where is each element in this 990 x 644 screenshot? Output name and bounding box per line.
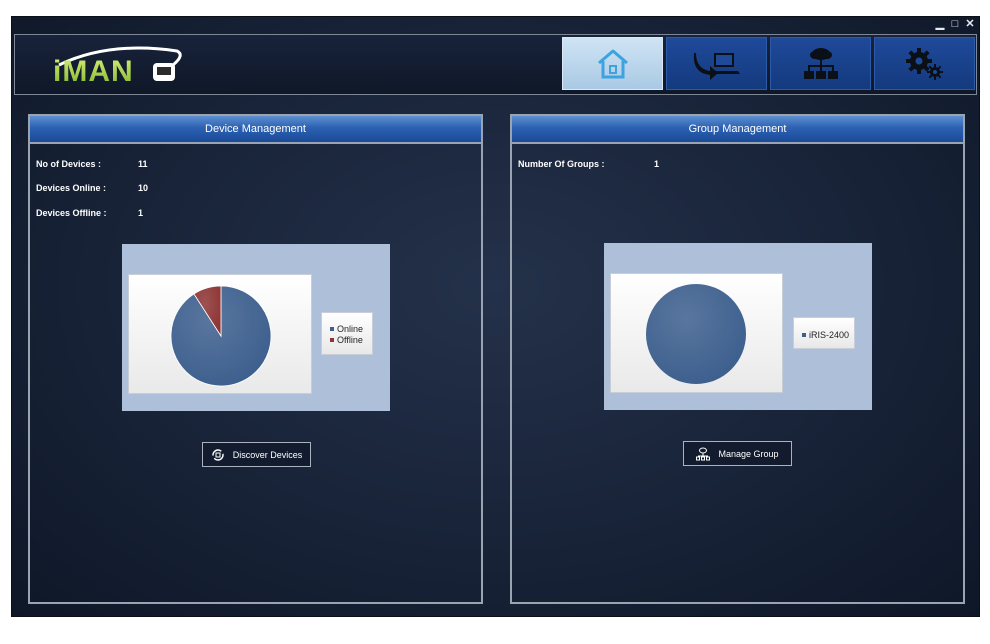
- group-network-icon: [696, 447, 711, 460]
- minimize-button[interactable]: ▁: [935, 19, 945, 30]
- stat-label: Number Of Groups :: [518, 159, 605, 169]
- device-transfer-icon: [693, 52, 740, 80]
- device-pie: [170, 285, 272, 387]
- legend-entry: Offline: [330, 334, 372, 345]
- nav-network-button[interactable]: [770, 37, 871, 90]
- legend-swatch: [330, 337, 334, 342]
- legend-label: Online: [337, 323, 364, 334]
- network-tree-icon: [803, 47, 838, 79]
- device-management-panel: Device Management No of Devices : 11 Dev…: [28, 114, 483, 604]
- stat-label: Devices Offline :: [36, 208, 107, 218]
- pie-slice-iris-2400: [646, 284, 746, 384]
- discover-devices-label: Discover Devices: [232, 449, 303, 460]
- legend-swatch: [330, 326, 334, 331]
- group-management-title: Group Management: [512, 116, 963, 144]
- device-chart: Online Offline: [122, 244, 390, 411]
- manage-group-button[interactable]: Manage Group: [683, 441, 792, 466]
- app-window: ▁ □ ✕ iMAN Device Management No of Devic…: [11, 16, 980, 617]
- close-button[interactable]: ✕: [965, 19, 975, 30]
- window-controls: ▁ □ ✕: [935, 19, 975, 30]
- legend-entry: Online: [330, 323, 372, 334]
- legend-label: iRIS-2400: [809, 329, 850, 340]
- device-chart-plot: [128, 274, 312, 394]
- nav-devices-button[interactable]: [666, 37, 767, 90]
- refresh-icon: [212, 448, 224, 461]
- legend-entry: iRIS-2400: [802, 329, 854, 340]
- stat-value: 1: [138, 208, 144, 218]
- stat-label: No of Devices :: [36, 159, 102, 169]
- group-chart: iRIS-2400: [604, 243, 872, 410]
- group-chart-legend: iRIS-2400: [793, 317, 855, 349]
- gears-icon: [905, 47, 943, 80]
- app-logo: iMAN: [53, 46, 182, 87]
- group-management-panel: Group Management Number Of Groups : 1 iR…: [510, 114, 965, 604]
- top-bar: iMAN: [14, 34, 977, 95]
- stat-label: Devices Online :: [36, 183, 107, 193]
- device-chart-legend: Online Offline: [321, 312, 373, 355]
- logo-text: iMAN: [53, 55, 134, 87]
- group-chart-plot: [610, 273, 783, 393]
- nav-home-button[interactable]: [562, 37, 663, 90]
- legend-swatch: [802, 332, 806, 337]
- stat-value: 1: [654, 159, 660, 169]
- manage-group-label: Manage Group: [718, 448, 779, 459]
- stat-value: 11: [138, 159, 148, 169]
- group-pie: [646, 284, 746, 384]
- device-management-title: Device Management: [30, 116, 481, 144]
- stat-value: 10: [138, 183, 149, 193]
- discover-devices-button[interactable]: Discover Devices: [202, 442, 311, 467]
- legend-label: Offline: [337, 334, 363, 345]
- home-icon: [597, 49, 628, 78]
- maximize-button[interactable]: □: [950, 19, 960, 30]
- nav-settings-button[interactable]: [874, 37, 975, 90]
